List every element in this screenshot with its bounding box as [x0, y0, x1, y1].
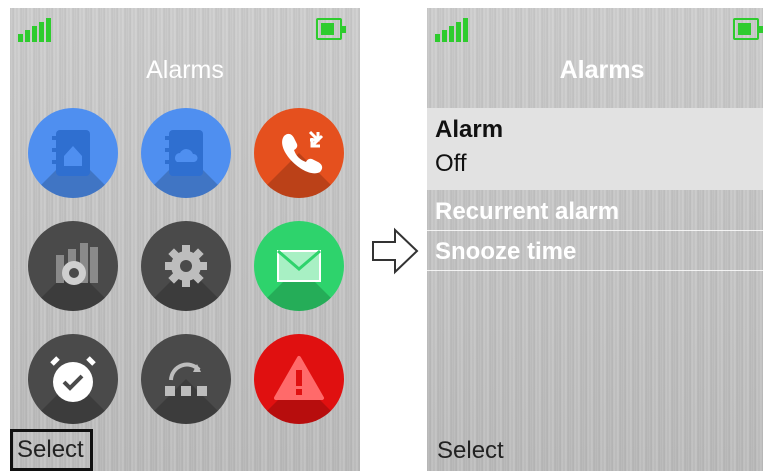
menu-divider	[427, 230, 763, 231]
contacts-cloud-icon[interactable]	[141, 108, 231, 198]
select-softkey[interactable]: Select	[433, 435, 508, 467]
select-softkey[interactable]: Select	[10, 429, 93, 471]
menu-item-alarm[interactable]: Alarm Off	[427, 108, 763, 190]
signal-strength-icon	[18, 16, 58, 42]
alert-icon[interactable]	[254, 334, 344, 424]
screen-title: Alarms	[146, 56, 224, 84]
menu-divider	[427, 270, 763, 271]
battery-icon	[733, 18, 763, 40]
signal-strength-icon	[435, 16, 475, 42]
screen-title: Alarms	[559, 56, 645, 84]
messaging-icon[interactable]	[254, 221, 344, 311]
settings-icon[interactable]	[141, 221, 231, 311]
home-menu-screen: Alarms Select	[10, 8, 360, 471]
menu-item-label: Recurrent alarm	[435, 198, 620, 225]
menu-item-snooze-time[interactable]: Snooze time	[427, 232, 763, 270]
alarms-menu-screen: Alarms Alarm Off Recurrent alarm Snooze …	[427, 8, 763, 471]
menu-item-value: Off	[435, 150, 467, 177]
arrow-right-icon	[371, 226, 421, 276]
alarm-clock-icon[interactable]	[28, 334, 118, 424]
menu-item-recurrent-alarm[interactable]: Recurrent alarm	[427, 192, 763, 230]
menu-item-label: Alarm	[435, 116, 504, 143]
device-settings-icon[interactable]	[28, 221, 118, 311]
app-grid	[28, 108, 348, 428]
battery-icon	[316, 18, 346, 40]
menu-item-label: Snooze time	[435, 238, 577, 265]
connections-icon[interactable]	[141, 334, 231, 424]
contacts-local-icon[interactable]	[28, 108, 118, 198]
call-list-icon[interactable]	[254, 108, 344, 198]
